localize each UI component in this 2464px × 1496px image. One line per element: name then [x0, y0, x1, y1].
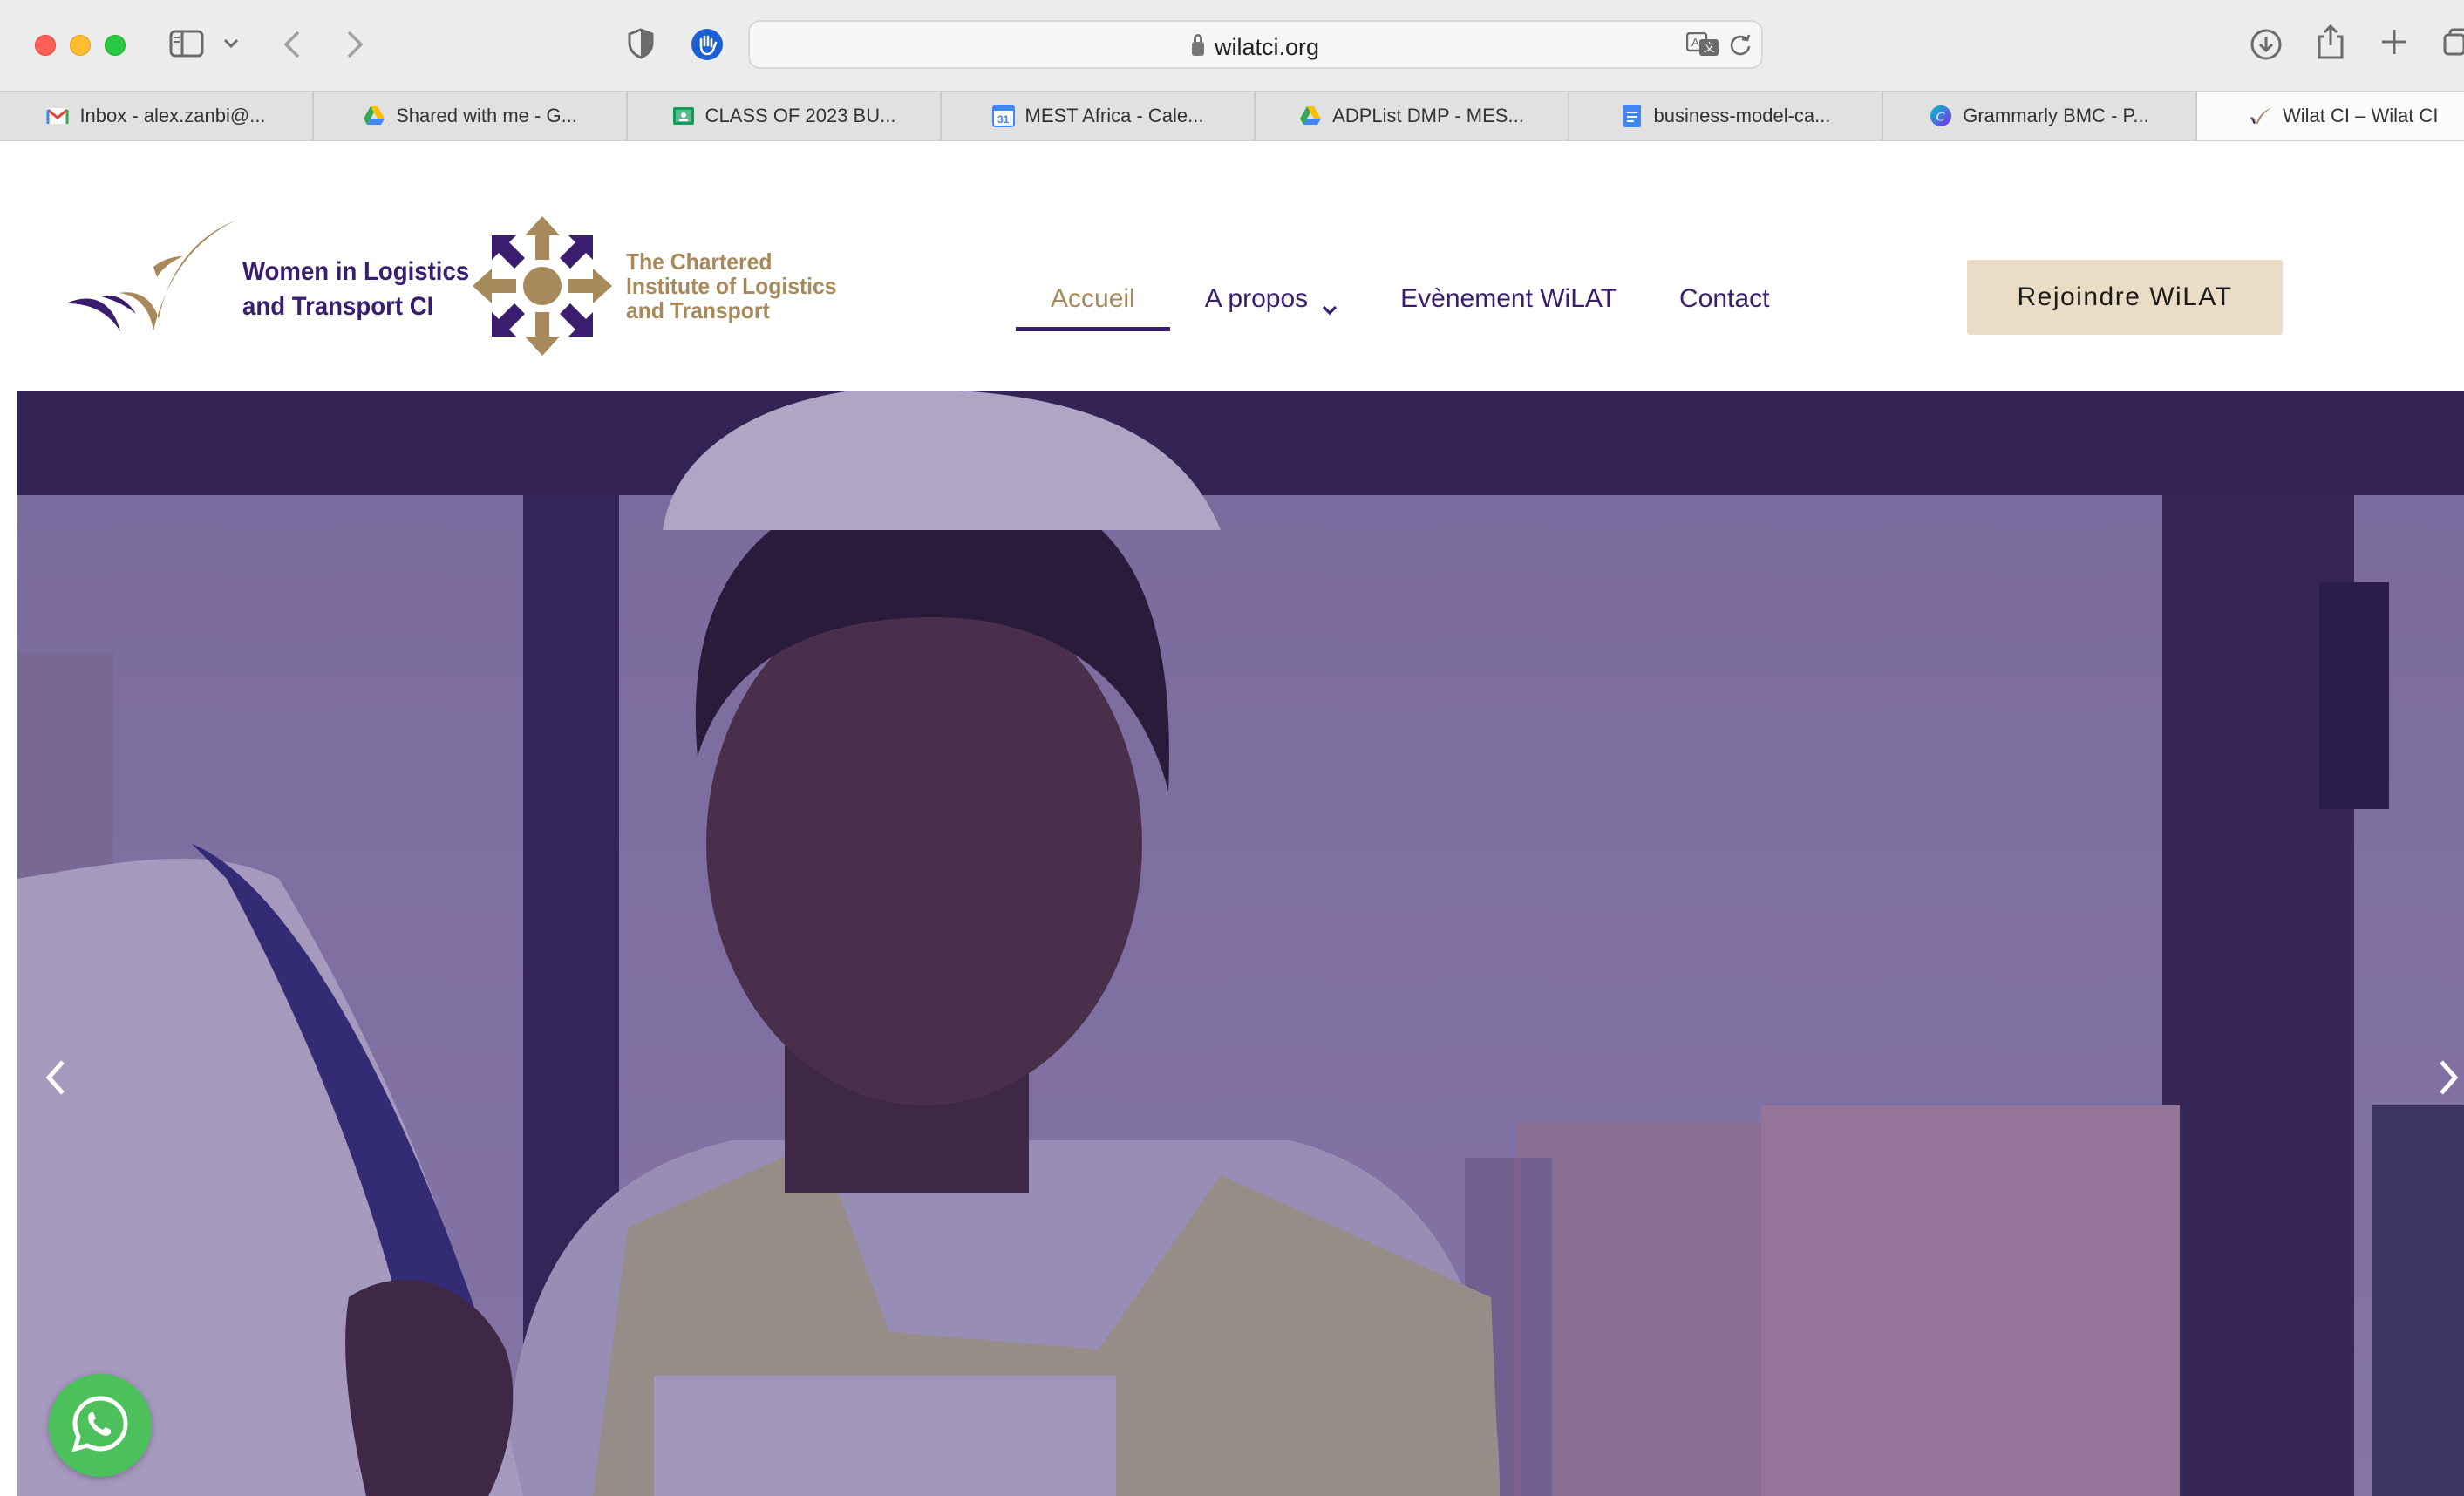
chevron-right-icon[interactable]	[2438, 1058, 2461, 1101]
logo-line-1: Women in Logistics	[242, 257, 470, 286]
nav-label: Evènement WiLAT	[1400, 284, 1617, 313]
google-drive-icon	[363, 105, 385, 127]
nav-label: A propos	[1204, 284, 1309, 313]
cilt-line-1: The Chartered	[626, 248, 773, 275]
main-nav: Accueil A propos Evènement WiLAT Contact	[1016, 270, 1832, 331]
nav-item-accueil[interactable]: Accueil	[1016, 270, 1170, 331]
cilt-line-2: Institute of Logistics	[626, 273, 837, 299]
svg-text:C: C	[1936, 111, 1946, 125]
tab-label: ADPList DMP - MES...	[1332, 105, 1524, 126]
tab-google-drive[interactable]: Shared with me - G...	[314, 92, 628, 140]
nav-label: Contact	[1679, 284, 1770, 313]
close-window-button[interactable]	[35, 35, 56, 56]
svg-text:31: 31	[997, 113, 1010, 126]
tab-bar: Inbox - alex.zanbi@... Shared with me - …	[0, 91, 2464, 141]
chevron-down-icon	[1322, 293, 1338, 323]
lock-icon	[1191, 34, 1204, 56]
tab-label: Grammarly BMC - P...	[1963, 105, 2149, 126]
forward-arrow-icon[interactable]	[345, 30, 364, 59]
tab-label: Inbox - alex.zanbi@...	[79, 105, 266, 126]
wilat-logo-icon	[2250, 105, 2272, 127]
google-docs-icon	[1621, 105, 1644, 127]
tab-adplist[interactable]: ADPList DMP - MES...	[1256, 92, 1569, 140]
google-classroom-icon	[672, 105, 695, 127]
whatsapp-chat-button[interactable]	[49, 1374, 152, 1477]
cilt-line-3: and Transport	[626, 297, 770, 323]
nav-item-a-propos[interactable]: A propos	[1205, 270, 1338, 331]
tab-gmail[interactable]: Inbox - alex.zanbi@...	[0, 92, 314, 140]
cilt-logo-text: The Chartered Institute of Logistics and…	[626, 249, 837, 323]
logo-line-2: and Transport CI	[242, 292, 434, 321]
canva-icon: C	[1930, 105, 1952, 127]
share-icon[interactable]	[2316, 24, 2345, 59]
svg-text:A: A	[1691, 36, 1699, 49]
hero-image	[17, 391, 2464, 1496]
gmail-icon	[46, 105, 69, 127]
join-wilat-button[interactable]: Rejoindre WiLAT	[1967, 260, 2283, 335]
chevron-down-icon[interactable]	[223, 38, 239, 49]
minimize-window-button[interactable]	[70, 35, 91, 56]
tab-label: MEST Africa - Cale...	[1024, 105, 1204, 126]
download-icon[interactable]	[2250, 28, 2283, 61]
tab-calendar[interactable]: 31 MEST Africa - Cale...	[942, 92, 1256, 140]
wilat-logo-text: Women in Logistics and Transport CI	[242, 255, 469, 324]
nav-label: Accueil	[1051, 284, 1135, 313]
tab-label: CLASS OF 2023 BU...	[704, 105, 896, 126]
tab-classroom[interactable]: CLASS OF 2023 BU...	[628, 92, 942, 140]
new-tab-icon[interactable]	[2380, 28, 2408, 56]
tab-label: business-model-ca...	[1653, 105, 1831, 126]
nav-item-contact[interactable]: Contact	[1679, 270, 1769, 331]
url-text[interactable]: wilatci.org	[750, 34, 1761, 61]
tab-grammarly[interactable]: C Grammarly BMC - P...	[1883, 92, 2197, 140]
translate-icon[interactable]: A文	[1686, 32, 1719, 57]
google-calendar-icon: 31	[991, 105, 1015, 127]
cilt-logo[interactable]	[473, 216, 612, 360]
address-bar[interactable]: wilatci.org A文	[748, 20, 1763, 69]
tab-label: Shared with me - G...	[396, 105, 577, 126]
hand-extension-icon[interactable]	[691, 28, 724, 61]
whatsapp-icon	[70, 1393, 131, 1459]
tab-business-model[interactable]: business-model-ca...	[1569, 92, 1883, 140]
nav-item-evenement[interactable]: Evènement WiLAT	[1400, 270, 1617, 331]
google-drive-icon	[1299, 105, 1322, 127]
tab-wilat[interactable]: Wilat CI – Wilat CI	[2197, 92, 2464, 140]
zoom-window-button[interactable]	[105, 35, 126, 56]
sidebar-toggle-icon[interactable]	[169, 30, 204, 58]
browser-toolbar: wilatci.org A文	[0, 0, 2464, 91]
reload-icon[interactable]	[1728, 32, 1753, 57]
site-header: Women in Logistics and Transport CI The …	[0, 141, 2464, 391]
chevron-left-icon[interactable]	[44, 1058, 66, 1101]
tab-overview-icon[interactable]	[2443, 28, 2464, 58]
hero-slider	[17, 391, 2464, 1496]
svg-text:文: 文	[1704, 41, 1715, 54]
back-arrow-icon[interactable]	[282, 30, 302, 59]
privacy-shield-icon[interactable]	[628, 28, 654, 59]
url-value: wilatci.org	[1214, 34, 1320, 60]
tab-label: Wilat CI – Wilat CI	[2283, 105, 2439, 126]
wilat-logo[interactable]	[66, 216, 241, 343]
